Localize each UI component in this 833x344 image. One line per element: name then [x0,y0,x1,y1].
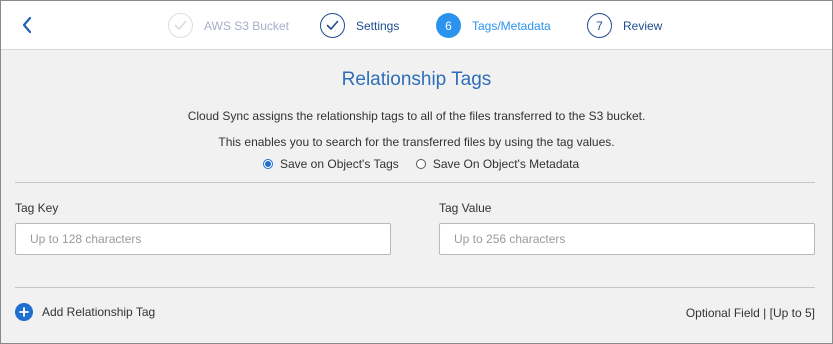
step-tags-metadata[interactable]: 6 Tags/Metadata [436,13,551,38]
radio-button-selected[interactable] [263,159,273,169]
save-mode-radio-group: Save on Object's Tags Save On Object's M… [263,157,579,171]
plus-circle-icon[interactable] [15,303,33,321]
divider [15,182,815,183]
plus-icon [19,307,29,317]
checkmark-icon [326,20,339,30]
tag-value-input[interactable] [439,223,815,255]
radio-save-on-tags[interactable]: Save on Object's Tags [263,157,399,171]
description-line-2: This enables you to search for the trans… [218,135,615,149]
radio-label: Save On Object's Metadata [432,157,580,171]
radio-label: Save on Object's Tags [280,157,399,171]
step-aws-s3-bucket[interactable]: AWS S3 Bucket [168,13,289,38]
wizard-window: AWS S3 Bucket Settings 6 Tags/Metadata 7… [0,0,833,344]
step-number-circle: 6 [436,13,461,38]
radio-save-on-metadata[interactable]: Save On Object's Metadata [415,157,580,171]
optional-field-note: Optional Field | [Up to 5] [685,306,815,320]
step-label: Settings [356,18,400,33]
checkmark-icon [174,20,187,30]
step-review[interactable]: 7 Review [587,13,662,38]
step-label: Review [623,18,663,33]
chevron-left-icon [22,16,32,34]
step-done-circle [168,13,193,38]
radio-button[interactable] [415,159,426,169]
step-complete-circle [320,13,345,38]
add-relationship-tag-button[interactable]: Add Relationship Tag [15,303,155,321]
tag-key-label: Tag Key [15,201,59,215]
page-title: Relationship Tags [341,69,492,90]
tag-value-label: Tag Value [439,201,492,215]
step-settings[interactable]: Settings [320,13,399,38]
step-label: AWS S3 Bucket [204,18,289,33]
step-number-circle: 7 [587,13,612,38]
step-label: Tags/Metadata [472,18,551,33]
divider [15,287,815,288]
back-button[interactable] [17,14,37,36]
wizard-header: AWS S3 Bucket Settings 6 Tags/Metadata 7… [1,1,832,50]
description-line-1: Cloud Sync assigns the relationship tags… [187,109,646,123]
add-tag-label: Add Relationship Tag [42,305,156,319]
tag-key-input[interactable] [15,223,391,255]
